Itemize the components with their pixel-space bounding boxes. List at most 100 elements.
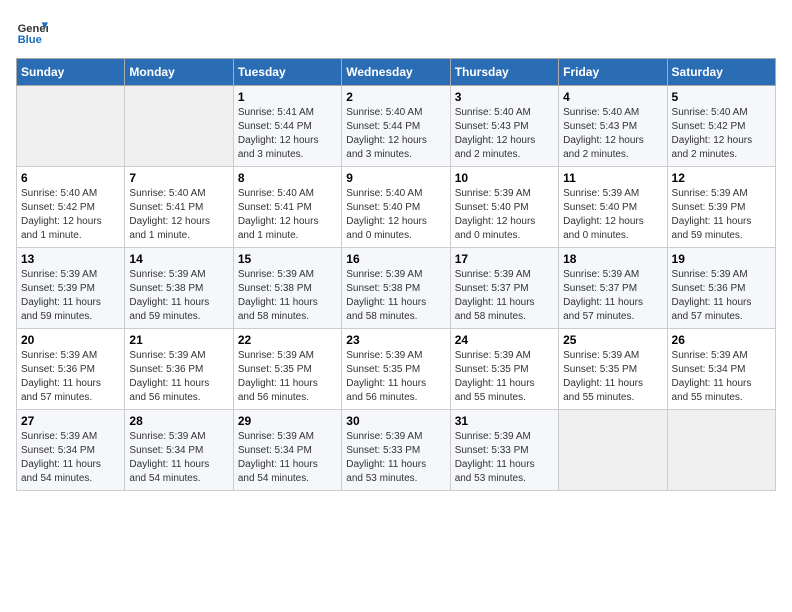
calendar-cell	[667, 410, 775, 491]
day-info-line: Daylight: 11 hours	[563, 296, 662, 310]
day-number: 19	[672, 252, 771, 266]
day-info-line: Daylight: 11 hours	[455, 296, 554, 310]
calendar-cell: 13Sunrise: 5:39 AMSunset: 5:39 PMDayligh…	[17, 248, 125, 329]
day-info-line: Sunset: 5:34 PM	[672, 363, 771, 377]
day-info-line: Daylight: 11 hours	[129, 377, 228, 391]
day-info-line: and 58 minutes.	[238, 310, 337, 324]
day-info-line: Daylight: 12 hours	[346, 134, 445, 148]
day-number: 18	[563, 252, 662, 266]
calendar-cell: 11Sunrise: 5:39 AMSunset: 5:40 PMDayligh…	[559, 167, 667, 248]
calendar-header-row: SundayMondayTuesdayWednesdayThursdayFrid…	[17, 59, 776, 86]
day-info-line: Sunrise: 5:39 AM	[346, 430, 445, 444]
day-info: Sunrise: 5:39 AMSunset: 5:39 PMDaylight:…	[672, 187, 771, 243]
day-info-line: Sunrise: 5:40 AM	[21, 187, 120, 201]
day-number: 3	[455, 90, 554, 104]
day-info-line: and 59 minutes.	[129, 310, 228, 324]
day-info-line: and 1 minute.	[129, 229, 228, 243]
day-info: Sunrise: 5:40 AMSunset: 5:41 PMDaylight:…	[129, 187, 228, 243]
day-info-line: and 57 minutes.	[563, 310, 662, 324]
calendar-cell: 21Sunrise: 5:39 AMSunset: 5:36 PMDayligh…	[125, 329, 233, 410]
day-info-line: Sunrise: 5:39 AM	[129, 349, 228, 363]
calendar-cell: 23 Sunrise: 5:39 AMSunset: 5:35 PMDayligh…	[342, 329, 450, 410]
calendar-cell: 18Sunrise: 5:39 AMSunset: 5:37 PMDayligh…	[559, 248, 667, 329]
day-info-line: and 1 minute.	[238, 229, 337, 243]
day-info: Sunrise: 5:40 AMSunset: 5:43 PMDaylight:…	[455, 106, 554, 162]
calendar-cell: 8Sunrise: 5:40 AMSunset: 5:41 PMDaylight…	[233, 167, 341, 248]
day-info-line: Sunrise: 5:41 AM	[238, 106, 337, 120]
header-wednesday: Wednesday	[342, 59, 450, 86]
day-info-line: Sunset: 5:41 PM	[238, 201, 337, 215]
calendar-cell: 2Sunrise: 5:40 AMSunset: 5:44 PMDaylight…	[342, 86, 450, 167]
calendar-week-5: 27Sunrise: 5:39 AMSunset: 5:34 PMDayligh…	[17, 410, 776, 491]
day-number: 31	[455, 414, 554, 428]
day-info-line: Sunrise: 5:39 AM	[563, 268, 662, 282]
day-info-line: Daylight: 11 hours	[129, 458, 228, 472]
day-info-line: Daylight: 11 hours	[21, 458, 120, 472]
day-number: 26	[672, 333, 771, 347]
calendar-week-3: 13Sunrise: 5:39 AMSunset: 5:39 PMDayligh…	[17, 248, 776, 329]
calendar-cell: 25 Sunrise: 5:39 AMSunset: 5:35 PMDayligh…	[559, 329, 667, 410]
day-info-line: Sunset: 5:35 PM	[346, 363, 445, 377]
day-info-line: Sunrise: 5:39 AM	[563, 187, 662, 201]
day-number: 8	[238, 171, 337, 185]
logo-icon: General Blue	[16, 16, 48, 48]
day-number: 20	[21, 333, 120, 347]
day-info-line: Sunrise: 5:39 AM	[238, 349, 337, 363]
day-info: Sunrise: 5:39 AMSunset: 5:34 PMDaylight:…	[21, 430, 120, 486]
day-info: Sunrise: 5:39 AMSunset: 5:37 PMDaylight:…	[455, 268, 554, 324]
day-info: Sunrise: 5:40 AMSunset: 5:43 PMDaylight:…	[563, 106, 662, 162]
calendar-cell: 9Sunrise: 5:40 AMSunset: 5:40 PMDaylight…	[342, 167, 450, 248]
day-info-line: Sunset: 5:38 PM	[129, 282, 228, 296]
page-header: General Blue	[16, 16, 776, 48]
day-number: 16	[346, 252, 445, 266]
calendar-cell	[559, 410, 667, 491]
day-info-line: Sunrise: 5:39 AM	[346, 349, 445, 363]
calendar-cell: 28Sunrise: 5:39 AMSunset: 5:34 PMDayligh…	[125, 410, 233, 491]
day-info: Sunrise: 5:39 AMSunset: 5:35 PMDaylight:…	[563, 349, 662, 405]
day-info-line: Daylight: 11 hours	[238, 458, 337, 472]
day-info: Sunrise: 5:40 AMSunset: 5:42 PMDaylight:…	[672, 106, 771, 162]
day-info-line: Sunset: 5:44 PM	[238, 120, 337, 134]
day-info-line: Sunset: 5:40 PM	[563, 201, 662, 215]
day-info-line: Sunset: 5:34 PM	[21, 444, 120, 458]
day-number: 25	[563, 333, 662, 347]
calendar-cell: 22Sunrise: 5:39 AMSunset: 5:35 PMDayligh…	[233, 329, 341, 410]
calendar-cell: 16 Sunrise: 5:39 AMSunset: 5:38 PMDayligh…	[342, 248, 450, 329]
day-info-line: Sunrise: 5:39 AM	[455, 187, 554, 201]
day-info: Sunrise: 5:39 AMSunset: 5:38 PMDaylight:…	[346, 268, 445, 324]
day-number: 12	[672, 171, 771, 185]
day-info-line: Daylight: 11 hours	[672, 296, 771, 310]
day-info-line: Sunset: 5:35 PM	[563, 363, 662, 377]
day-info-line: Sunset: 5:38 PM	[346, 282, 445, 296]
day-info-line: Daylight: 11 hours	[455, 458, 554, 472]
day-info: Sunrise: 5:39 AMSunset: 5:33 PMDaylight:…	[455, 430, 554, 486]
calendar-cell: 1Sunrise: 5:41 AMSunset: 5:44 PMDaylight…	[233, 86, 341, 167]
day-info-line: Daylight: 11 hours	[346, 377, 445, 391]
svg-text:Blue: Blue	[18, 34, 42, 46]
day-info-line: and 58 minutes.	[346, 310, 445, 324]
day-info-line: and 55 minutes.	[672, 391, 771, 405]
day-info-line: Daylight: 11 hours	[129, 296, 228, 310]
day-number: 14	[129, 252, 228, 266]
day-info-line: and 0 minutes.	[346, 229, 445, 243]
day-info-line: Daylight: 12 hours	[455, 134, 554, 148]
day-info-line: Sunrise: 5:39 AM	[346, 268, 445, 282]
day-info-line: Sunrise: 5:39 AM	[672, 349, 771, 363]
day-info-line: Daylight: 12 hours	[346, 215, 445, 229]
day-info-line: Daylight: 11 hours	[238, 377, 337, 391]
day-info-line: Daylight: 12 hours	[563, 134, 662, 148]
day-info-line: Sunset: 5:36 PM	[21, 363, 120, 377]
day-info: Sunrise: 5:39 AMSunset: 5:36 PMDaylight:…	[672, 268, 771, 324]
calendar-table: SundayMondayTuesdayWednesdayThursdayFrid…	[16, 58, 776, 491]
day-info-line: Sunset: 5:37 PM	[455, 282, 554, 296]
calendar-cell: 26Sunrise: 5:39 AMSunset: 5:34 PMDayligh…	[667, 329, 775, 410]
day-number: 23	[346, 333, 445, 347]
day-info-line: Daylight: 12 hours	[672, 134, 771, 148]
day-info-line: Sunset: 5:39 PM	[672, 201, 771, 215]
day-info: Sunrise: 5:39 AMSunset: 5:35 PMDaylight:…	[346, 349, 445, 405]
day-info-line: Sunrise: 5:39 AM	[672, 268, 771, 282]
day-number: 2	[346, 90, 445, 104]
day-info-line: Sunset: 5:39 PM	[21, 282, 120, 296]
day-info: Sunrise: 5:39 AMSunset: 5:38 PMDaylight:…	[129, 268, 228, 324]
day-info: Sunrise: 5:39 AMSunset: 5:33 PMDaylight:…	[346, 430, 445, 486]
